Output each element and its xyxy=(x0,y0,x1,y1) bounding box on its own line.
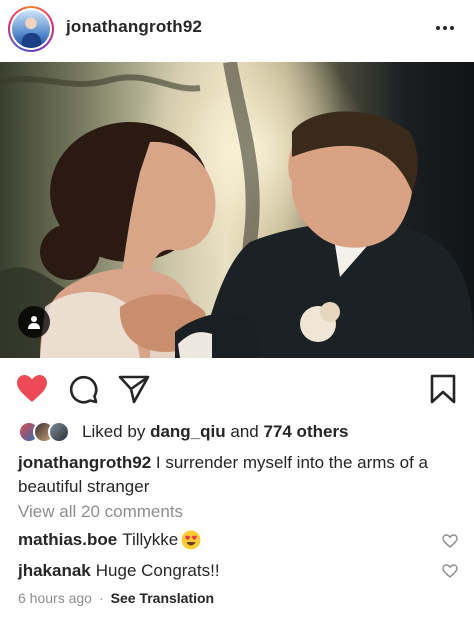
likes-row[interactable]: Liked by dang_qiu and 774 others xyxy=(18,420,349,444)
timestamp: 6 hours ago xyxy=(18,590,92,606)
avatar-image xyxy=(12,10,50,48)
more-dot xyxy=(436,26,440,30)
likes-joiner: and xyxy=(230,422,259,441)
likes-user[interactable]: dang_qiu xyxy=(150,422,226,441)
more-dot xyxy=(443,26,447,30)
post-meta: 6 hours ago · See Translation xyxy=(18,590,214,606)
user-tag-icon[interactable] xyxy=(18,306,50,338)
likes-others[interactable]: 774 others xyxy=(263,422,348,441)
bookmark-icon[interactable] xyxy=(430,374,456,404)
comment-text: Tillykke xyxy=(122,530,179,549)
comment-like-icon[interactable] xyxy=(442,564,458,578)
post-photo[interactable] xyxy=(0,62,474,358)
caption-username[interactable]: jonathangroth92 xyxy=(18,453,151,472)
see-translation-link[interactable]: See Translation xyxy=(111,590,214,606)
comment-icon[interactable] xyxy=(68,374,98,404)
post-header: jonathangroth92 xyxy=(0,0,474,60)
post-caption: jonathangroth92 I surrender myself into … xyxy=(18,451,464,499)
view-all-comments-link[interactable]: View all 20 comments xyxy=(18,502,183,522)
liker-avatar xyxy=(48,421,70,443)
comment-item: mathias.boe Tillykke xyxy=(18,530,458,550)
comment-username[interactable]: mathias.boe xyxy=(18,530,117,550)
photo-illustration xyxy=(0,62,474,358)
more-icon[interactable] xyxy=(434,18,456,38)
avatar-frame xyxy=(10,8,52,50)
liker-avatars xyxy=(18,420,76,444)
likes-text: Liked by dang_qiu and 774 others xyxy=(82,422,349,442)
likes-prefix: Liked by xyxy=(82,422,146,441)
more-dot xyxy=(450,26,454,30)
comment-item: jhakanak Huge Congrats!! xyxy=(18,561,458,581)
comment-text: Huge Congrats!! xyxy=(95,561,220,580)
share-icon[interactable] xyxy=(118,374,150,404)
comment-username[interactable]: jhakanak xyxy=(18,561,91,581)
profile-avatar[interactable] xyxy=(8,6,54,52)
comment-like-icon[interactable] xyxy=(442,534,458,548)
heart-icon[interactable] xyxy=(16,374,48,404)
user-tag-glyph xyxy=(28,316,40,329)
action-bar xyxy=(0,362,474,414)
heart-eyes-emoji xyxy=(181,530,201,550)
post-username[interactable]: jonathangroth92 xyxy=(66,17,202,37)
meta-separator: · xyxy=(98,590,104,606)
